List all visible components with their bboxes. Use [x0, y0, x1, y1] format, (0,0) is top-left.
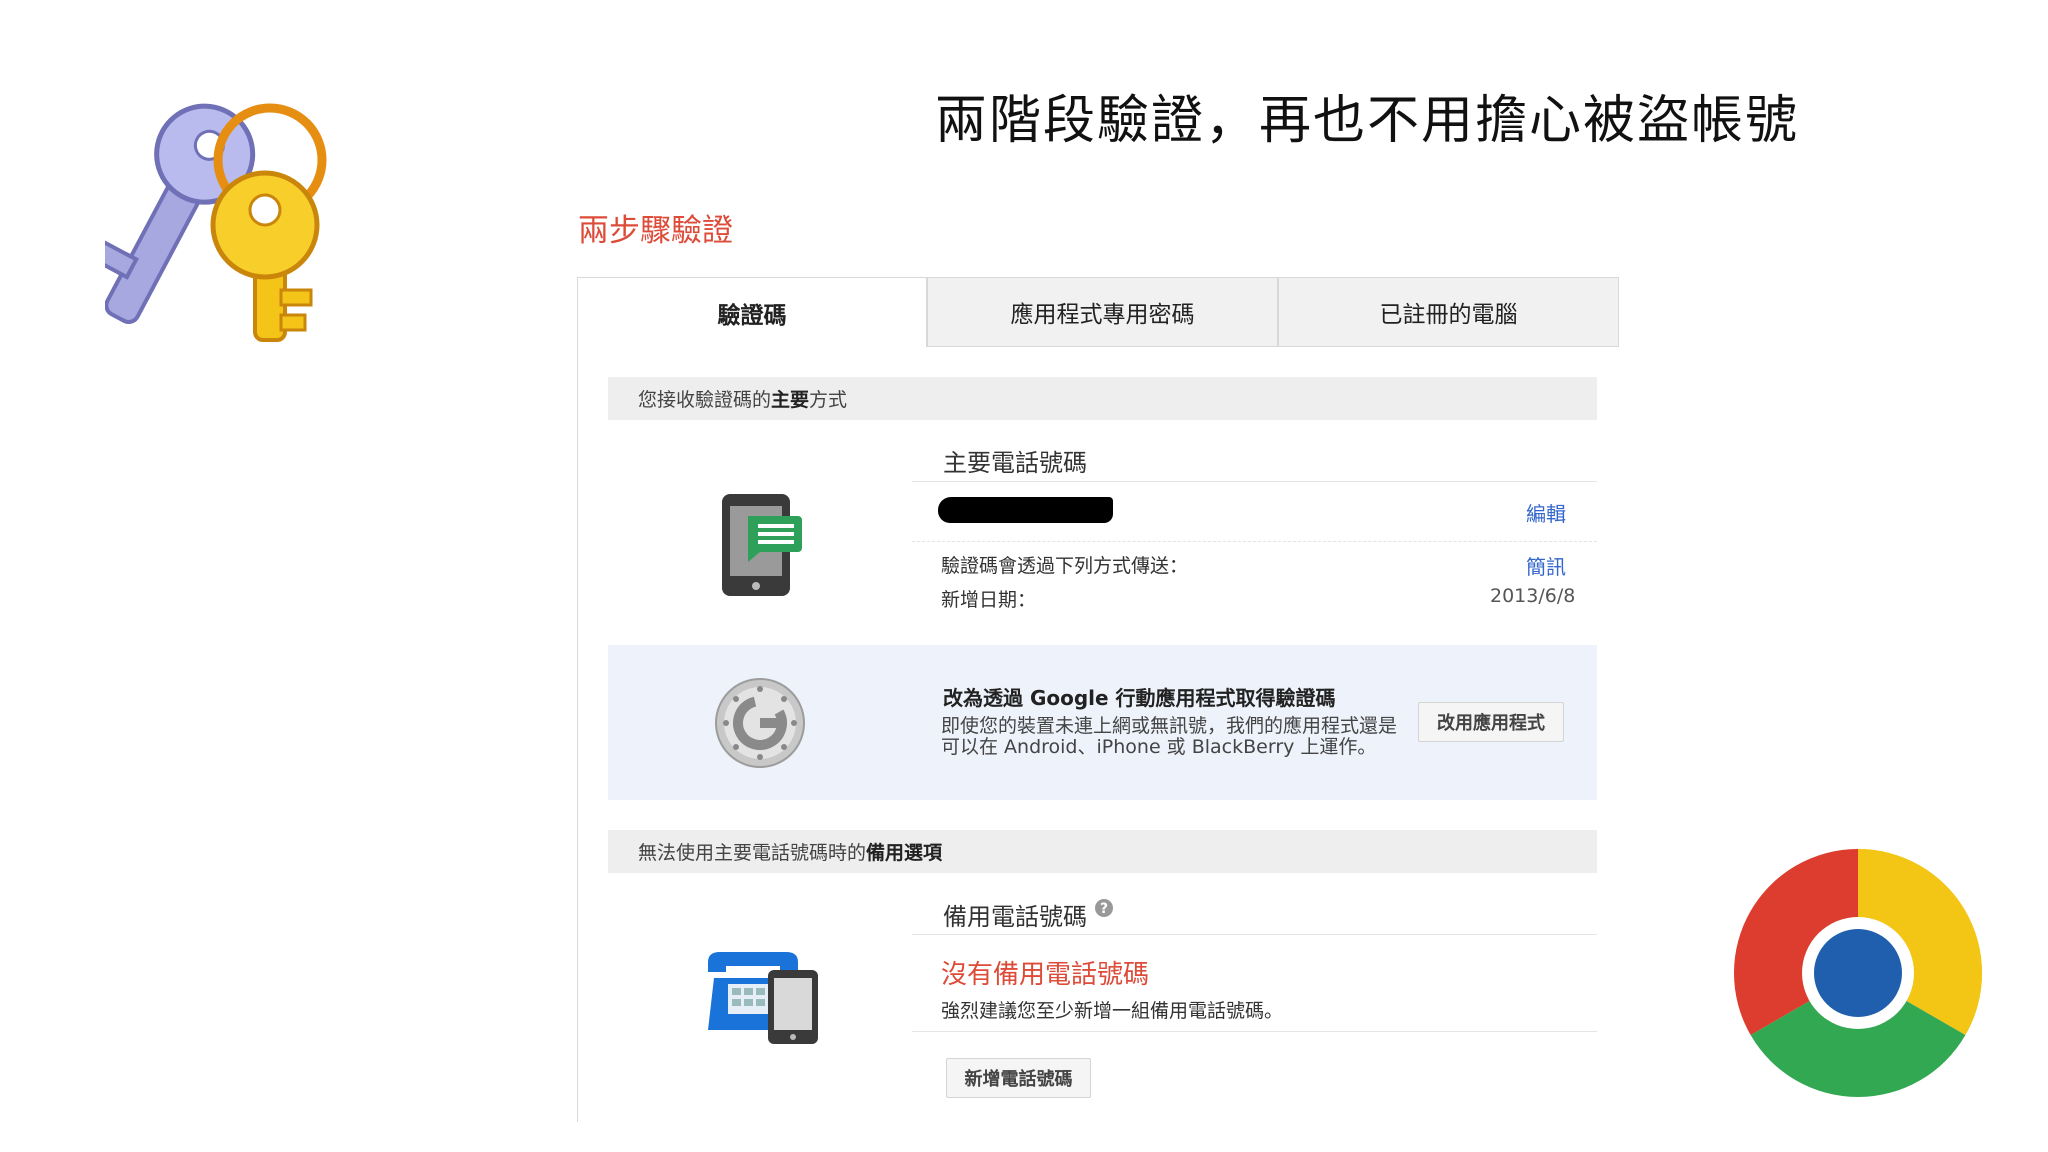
sms-link[interactable]: 簡訊 — [1526, 551, 1566, 580]
switch-to-app-button[interactable]: 改用應用程式 — [1418, 702, 1564, 742]
promo-description: 即使您的裝置未連上網或無訊號，我們的應用程式還是可以在 Android、iPho… — [941, 715, 1398, 758]
svg-text:?: ? — [1100, 901, 1108, 917]
promo-title: 改為透過 Google 行動應用程式取得驗證碼 — [943, 686, 1336, 710]
primary-phone-title: 主要電話號碼 — [943, 449, 1087, 477]
added-date-label: 新增日期： — [941, 589, 1037, 611]
desk-phone-icon — [708, 952, 818, 1044]
divider — [912, 481, 1597, 482]
primary-header-prefix: 您接收驗證碼的 — [638, 389, 772, 411]
dashed-divider — [912, 541, 1597, 542]
tab-verification-codes[interactable]: 驗證碼 — [577, 277, 927, 347]
primary-method-header: 您接收驗證碼的 主要 方式 — [608, 377, 1597, 420]
backup-header-prefix: 無法使用主要電話號碼時的 — [638, 842, 867, 864]
section-title: 兩步驟驗證 — [578, 213, 733, 249]
added-date-value: 2013/6/8 — [1490, 585, 1576, 607]
edit-link[interactable]: 編輯 — [1526, 498, 1566, 527]
backup-header-bold: 備用選項 — [866, 842, 943, 864]
tab-bar: 驗證碼 應用程式專用密碼 已註冊的電腦 — [577, 277, 1619, 347]
primary-header-suffix: 方式 — [809, 389, 848, 411]
help-icon[interactable]: ? — [1094, 898, 1114, 918]
backup-phone-title: 備用電話號碼 — [943, 903, 1087, 931]
keys-icon — [105, 103, 327, 342]
tab-app-passwords[interactable]: 應用程式專用密碼 — [927, 277, 1278, 347]
add-phone-number-button[interactable]: 新增電話號碼 — [946, 1058, 1091, 1098]
slide-title: 兩階段驗證，再也不用擔心被盜帳號 — [935, 91, 1800, 151]
tab-registered-computers[interactable]: 已註冊的電腦 — [1278, 277, 1619, 347]
primary-header-bold: 主要 — [771, 389, 810, 411]
divider — [912, 1031, 1597, 1032]
chrome-logo — [1733, 849, 1983, 1098]
google-g-icon — [715, 678, 805, 768]
divider — [912, 934, 1597, 935]
no-backup-phone: 沒有備用電話號碼 — [941, 960, 1150, 990]
phone-sms-icon — [722, 494, 802, 596]
backup-options-header: 無法使用主要電話號碼時的 備用選項 — [608, 830, 1597, 873]
delivery-label: 驗證碼會透過下列方式傳送： — [941, 555, 1189, 577]
backup-recommendation: 強烈建議您至少新增一組備用電話號碼。 — [941, 1000, 1284, 1022]
redacted-phone-number — [938, 497, 1113, 523]
